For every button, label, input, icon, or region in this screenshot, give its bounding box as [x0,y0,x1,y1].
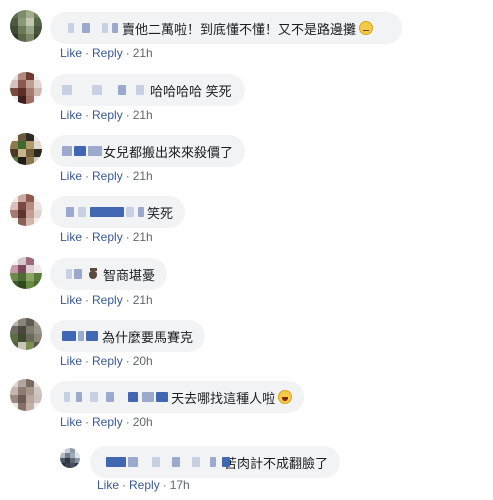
timestamp[interactable]: 21h [133,108,153,122]
commenter-name-redacted[interactable] [62,267,83,281]
commenter-name-redacted[interactable] [62,205,145,219]
avatar[interactable] [10,10,42,42]
avatar[interactable] [10,72,42,104]
like-link[interactable]: Like [97,478,119,492]
like-link[interactable]: Like [60,46,82,60]
comment-bubble: 智商堪憂 [50,258,167,290]
comment-bubble: 天去哪找這種人啦 [50,381,304,413]
timestamp[interactable]: 21h [133,230,153,244]
comment-actions: Like · Reply · 20h [60,415,153,429]
avatar[interactable] [10,133,42,165]
avatar[interactable] [10,257,42,289]
like-link[interactable]: Like [60,169,82,183]
comment-bubble: 笑死 [50,196,185,228]
timestamp[interactable]: 20h [133,354,153,368]
comment-actions: Like · Reply · 21h [60,293,153,307]
like-link[interactable]: Like [60,415,82,429]
like-link[interactable]: Like [60,293,82,307]
reply-link[interactable]: Reply [92,108,123,122]
comment-bubble: 哈哈哈哈 笑死 [50,74,245,106]
comment-text: 賣他二萬啦！到底懂不懂！又不是路邊攤 [122,21,357,37]
timestamp[interactable]: 17h [170,478,190,492]
timestamp[interactable]: 21h [133,293,153,307]
like-link[interactable]: Like [60,230,82,244]
reply-link[interactable]: Reply [92,354,123,368]
comment-text: 為什麼要馬賽克 [101,329,193,345]
avatar[interactable] [10,318,42,350]
reply-bubble: 苦肉計不成翻臉了 [90,446,340,478]
comment-bubble: 賣他二萬啦！到底懂不懂！又不是路邊攤 [50,12,402,44]
avatar[interactable] [10,194,42,226]
comment-bubble: 女兒都搬出來來殺價了 [50,135,245,167]
reply-link[interactable]: Reply [92,293,123,307]
commenter-name-redacted[interactable] [102,455,230,469]
smirk-emoji [359,21,374,35]
laughing-tears-emoji [278,390,292,404]
reply-link[interactable]: Reply [92,415,123,429]
like-link[interactable]: Like [60,354,82,368]
comment-text: 哈哈哈哈 笑死 [150,83,232,99]
comment-text: 女兒都搬出來來殺價了 [102,144,233,160]
timestamp[interactable]: 20h [133,415,153,429]
comment-actions: Like · Reply · 21h [60,169,153,183]
reply-text: 苦肉計不成翻臉了 [223,455,328,471]
commenter-name-redacted[interactable] [62,390,169,404]
comment-text: 智商堪憂 [102,267,155,283]
comment-actions: Like · Reply · 21h [60,46,153,60]
reply-link[interactable]: Reply [92,230,123,244]
reply-link[interactable]: Reply [92,169,123,183]
commenter-name-redacted[interactable] [62,144,102,158]
comment-actions: Like · Reply · 20h [60,354,153,368]
commenter-name-redacted[interactable] [62,329,100,343]
reply-actions: Like · Reply · 17h [97,478,190,492]
comment-actions: Like · Reply · 21h [60,230,153,244]
timestamp[interactable]: 21h [133,46,153,60]
comment-actions: Like · Reply · 21h [60,108,153,122]
avatar[interactable] [60,448,80,468]
reply-link[interactable]: Reply [129,478,160,492]
commenter-name-redacted[interactable] [62,21,120,35]
reply-link[interactable]: Reply [92,46,123,60]
comment-text: 天去哪找這種人啦 [171,390,276,406]
timestamp[interactable]: 21h [133,169,153,183]
commenter-name-redacted[interactable] [62,83,148,97]
comment-text: 笑死 [146,205,173,221]
waving-hand-icon [87,268,99,280]
like-link[interactable]: Like [60,108,82,122]
avatar[interactable] [10,379,42,411]
comment-bubble: 為什麼要馬賽克 [50,320,205,352]
